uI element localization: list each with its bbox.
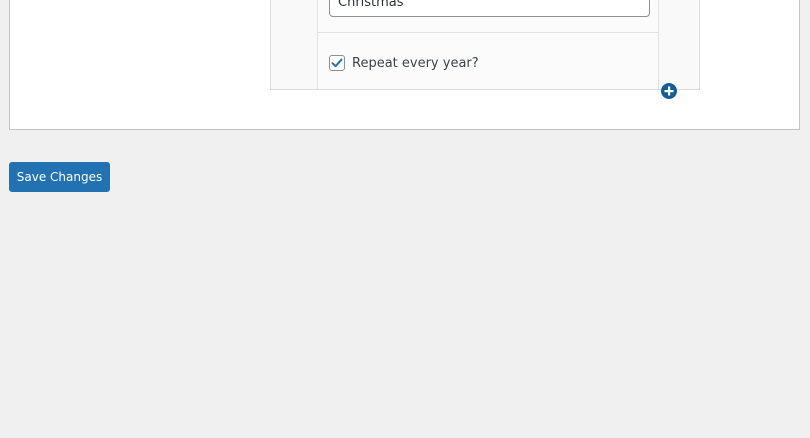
save-changes-button[interactable]: Save Changes xyxy=(9,162,110,192)
settings-panel: Repeat every year? xyxy=(9,0,800,130)
repeat-every-year-label: Repeat every year? xyxy=(352,56,479,71)
check-icon xyxy=(331,58,343,68)
row-divider xyxy=(318,32,658,33)
add-row-button[interactable] xyxy=(660,82,678,100)
holiday-row: Repeat every year? xyxy=(317,0,659,89)
holiday-repeater: Repeat every year? xyxy=(270,0,700,90)
holiday-name-input[interactable] xyxy=(329,0,650,17)
repeat-every-year-checkbox[interactable] xyxy=(329,55,345,71)
plus-circle-icon xyxy=(661,83,677,99)
